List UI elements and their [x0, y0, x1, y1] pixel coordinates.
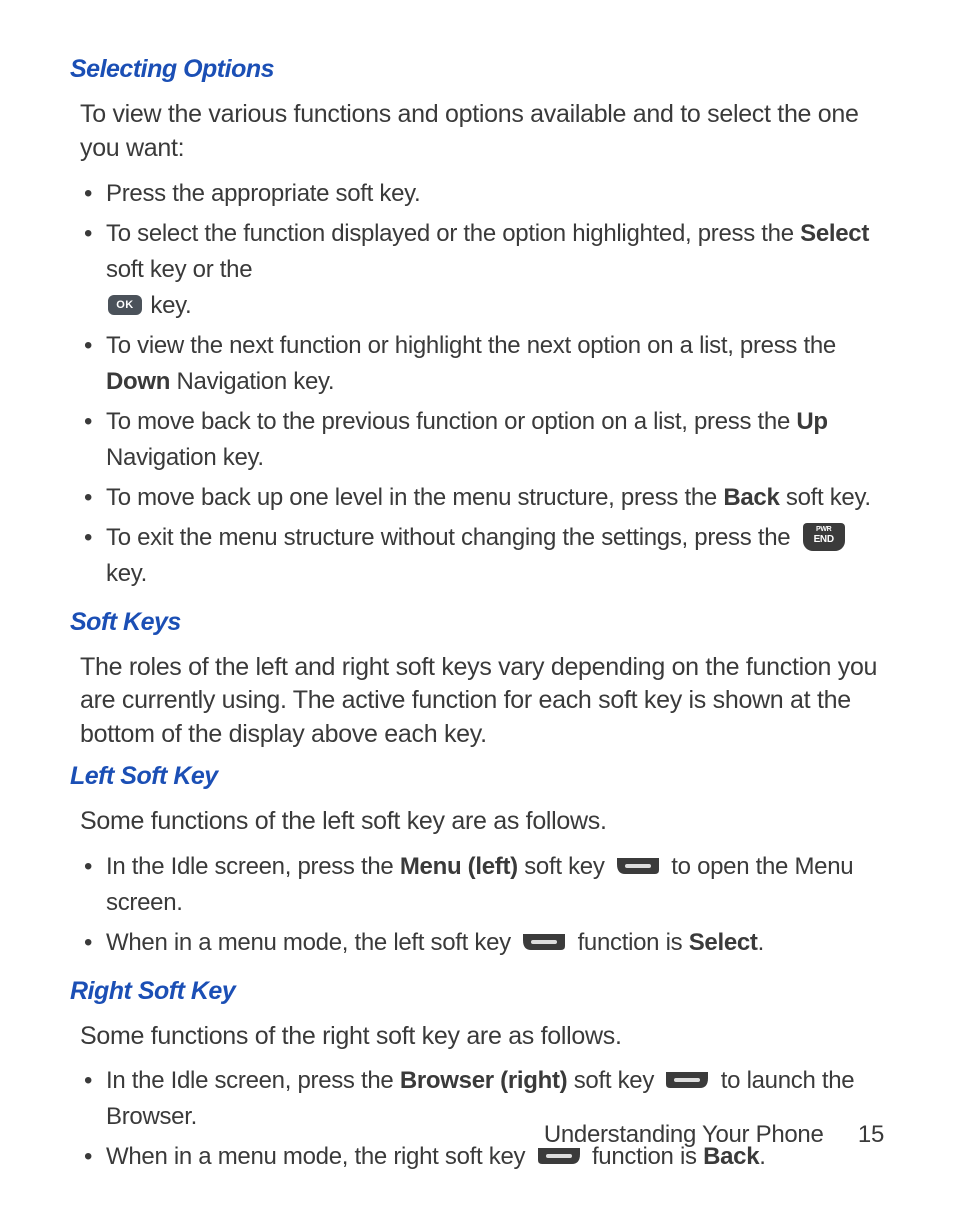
list-item: When in a menu mode, the left soft key f…: [80, 925, 884, 961]
text: Navigation key.: [106, 444, 264, 471]
footer-page-number: 15: [858, 1121, 884, 1148]
bold-back: Back: [723, 484, 779, 511]
bold-down: Down: [106, 368, 170, 395]
list-item: Press the appropriate soft key.: [80, 176, 884, 212]
page-footer: Understanding Your Phone 15: [544, 1121, 884, 1149]
ok-key-icon: [108, 295, 142, 315]
list-item: To select the function displayed or the …: [80, 216, 884, 324]
text: soft key: [567, 1067, 660, 1094]
list-item: In the Idle screen, press the Menu (left…: [80, 849, 884, 921]
list-item: To move back to the previous function or…: [80, 404, 884, 476]
text: Press the appropriate soft key.: [106, 180, 420, 207]
text: soft key.: [780, 484, 871, 511]
text: soft key: [518, 853, 611, 880]
text: To exit the menu structure without chang…: [106, 524, 797, 551]
text: To view the next function or highlight t…: [106, 332, 836, 359]
heading-soft-keys: Soft Keys: [70, 608, 884, 637]
list-right-soft-key: In the Idle screen, press the Browser (r…: [80, 1063, 884, 1175]
right-soft-key-icon: [664, 1070, 710, 1090]
text: In the Idle screen, press the: [106, 853, 400, 880]
right-soft-key-icon: [536, 1146, 582, 1166]
para-left-soft-key: Some functions of the left soft key are …: [80, 805, 884, 839]
list-item: To exit the menu structure without chang…: [80, 520, 884, 592]
text: .: [758, 929, 764, 956]
list-left-soft-key: In the Idle screen, press the Menu (left…: [80, 849, 884, 961]
list-item: To move back up one level in the menu st…: [80, 480, 884, 516]
heading-left-soft-key: Left Soft Key: [70, 762, 884, 791]
para-right-soft-key: Some functions of the right soft key are…: [80, 1020, 884, 1054]
text: When in a menu mode, the right soft key: [106, 1143, 532, 1170]
text: key.: [144, 292, 191, 319]
left-soft-key-icon: [521, 932, 567, 952]
intro-selecting-options: To view the various functions and option…: [80, 98, 884, 166]
text: In the Idle screen, press the: [106, 1067, 400, 1094]
text: function is: [578, 929, 689, 956]
list-selecting-options: Press the appropriate soft key. To selec…: [80, 176, 884, 592]
bold-select: Select: [800, 220, 869, 247]
list-item: To view the next function or highlight t…: [80, 328, 884, 400]
text: To move back up one level in the menu st…: [106, 484, 723, 511]
left-soft-key-icon: [615, 856, 661, 876]
text: When in a menu mode, the left soft key: [106, 929, 517, 956]
bold-menu-left: Menu (left): [400, 853, 518, 880]
heading-selecting-options: Selecting Options: [70, 55, 884, 84]
footer-section-title: Understanding Your Phone: [544, 1121, 824, 1148]
text: To move back to the previous function or…: [106, 408, 796, 435]
text: key.: [106, 560, 147, 587]
text: Navigation key.: [170, 368, 334, 395]
end-pwr-key-icon: [803, 523, 845, 551]
bold-up: Up: [796, 408, 827, 435]
para-soft-keys: The roles of the left and right soft key…: [80, 651, 884, 752]
heading-right-soft-key: Right Soft Key: [70, 977, 884, 1006]
bold-select: Select: [689, 929, 758, 956]
text: To select the function displayed or the …: [106, 220, 800, 247]
text: soft key or the: [106, 256, 252, 283]
bold-browser-right: Browser (right): [400, 1067, 568, 1094]
